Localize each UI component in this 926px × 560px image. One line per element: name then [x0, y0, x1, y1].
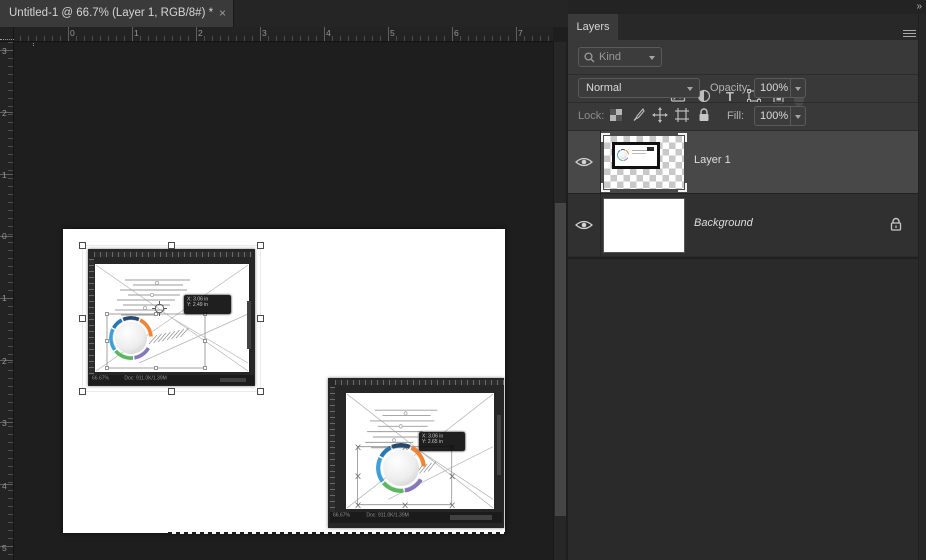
lock-position-icon[interactable]	[652, 107, 668, 125]
thumbnail-content	[612, 142, 660, 169]
panel-tab-strip: Layers	[568, 14, 926, 40]
chevron-down-icon	[795, 115, 801, 119]
fill-value: 100%	[760, 107, 788, 125]
selection-marching-ants	[168, 532, 505, 534]
lock-artboard-icon[interactable]	[674, 107, 690, 125]
mini-status-bar: 66.67% Doc: 911.0K/1.39M	[330, 512, 502, 523]
document-tab-title: Untitled-1 @ 66.7% (Layer 1, RGB/8#) *	[9, 7, 213, 19]
filter-kind-dropdown[interactable]: Kind	[578, 47, 662, 67]
transform-handle[interactable]	[257, 388, 264, 395]
ruler-label: 3	[2, 418, 7, 428]
layer-name: Layer 1	[694, 154, 731, 166]
eye-icon[interactable]	[575, 219, 593, 231]
chevron-down-icon	[795, 87, 801, 91]
layer-row-layer1[interactable]: Layer 1	[568, 131, 918, 193]
mini-zoom-level: 66.67%	[333, 513, 350, 519]
ruler-label: 2	[2, 108, 7, 118]
collapse-panels-icon[interactable]: »	[916, 1, 922, 13]
scrollbar-thumb[interactable]	[555, 203, 566, 516]
chevron-down-icon	[649, 56, 655, 60]
mini-doc-size: Doc: 911.0K/1.39M	[366, 513, 408, 519]
lock-transparency-icon[interactable]	[608, 107, 624, 125]
tooltip-y: Y: 2.65 in	[422, 439, 462, 445]
transform-handle[interactable]	[257, 242, 264, 249]
layer-name: Background	[694, 217, 753, 229]
kind-label: Kind	[599, 48, 621, 66]
photoshop-window: Untitled-1 @ 66.7% (Layer 1, RGB/8#) * ×…	[0, 0, 926, 560]
layer-row-background[interactable]: Background	[568, 194, 918, 256]
ruler-label: 3	[262, 28, 267, 38]
infographic-donut	[376, 443, 426, 493]
transform-handle[interactable]	[79, 388, 86, 395]
transform-coordinates-tooltip: X: 3.06 in Y: 2.65 in	[419, 432, 465, 451]
blend-mode-value: Normal	[586, 79, 621, 97]
opacity-field[interactable]: 100%	[754, 78, 806, 98]
layers-panel-controls: Kind T	[568, 40, 926, 130]
free-transform-bbox[interactable]	[82, 245, 261, 392]
transform-handle[interactable]	[257, 315, 264, 322]
transform-handle[interactable]	[79, 242, 86, 249]
ruler-label: 5	[2, 543, 7, 553]
layers-list: Layer 1 Background	[568, 130, 918, 258]
ruler-label: 3	[2, 46, 7, 56]
ruler-label: 0	[70, 28, 75, 38]
eye-icon[interactable]	[575, 156, 593, 168]
ruler-label: 1	[2, 170, 7, 180]
mini-scrollbar	[450, 515, 492, 520]
fill-field[interactable]: 100%	[754, 106, 806, 126]
lock-label: Lock:	[578, 110, 604, 122]
layers-panel-empty-area	[568, 258, 918, 560]
fill-label: Fill:	[727, 110, 744, 122]
lock-pixels-brush-icon[interactable]	[630, 107, 646, 125]
ruler-label: 4	[2, 481, 7, 491]
blend-mode-dropdown[interactable]: Normal	[578, 78, 700, 98]
mini-ruler	[335, 380, 504, 385]
vertical-ruler[interactable]: 3 2 1 0 1 2 3 4 5	[0, 42, 14, 560]
mini-ruler	[330, 387, 335, 515]
layer-thumbnail[interactable]	[604, 136, 684, 189]
ruler-label: 4	[326, 28, 331, 38]
ruler-label: 7	[518, 28, 523, 38]
ruler-label: 5	[390, 28, 395, 38]
lock-icon[interactable]	[890, 217, 902, 231]
document-tab-bar: Untitled-1 @ 66.7% (Layer 1, RGB/8#) * ×	[0, 0, 568, 27]
search-icon	[584, 52, 595, 63]
transform-handle[interactable]	[79, 315, 86, 322]
ruler-label: 1	[2, 293, 7, 303]
panel-dock-header: »	[568, 0, 926, 14]
layers-panel: » Layers Kind	[568, 0, 926, 560]
close-icon[interactable]: ×	[219, 0, 226, 27]
pasted-screenshot-2[interactable]: X: 3.06 in Y: 2.65 in 66.67% Doc: 911.0K…	[328, 378, 504, 528]
ruler-label: 0	[2, 231, 7, 241]
ruler-label: 6	[454, 28, 459, 38]
ruler-label: 2	[2, 356, 7, 366]
layer-thumbnail[interactable]	[604, 199, 684, 252]
mini-scrollbar	[497, 415, 501, 475]
transform-handle[interactable]	[168, 388, 175, 395]
opacity-label: Opacity:	[710, 82, 750, 94]
document-tab[interactable]: Untitled-1 @ 66.7% (Layer 1, RGB/8#) * ×	[0, 0, 234, 27]
panel-dock-gutter	[918, 14, 926, 560]
horizontal-ruler[interactable]: 0 1 2 3 4 5 6 7	[14, 27, 553, 42]
ruler-label: 2	[198, 28, 203, 38]
tab-layers[interactable]: Layers	[568, 14, 618, 40]
transform-handle[interactable]	[168, 242, 175, 249]
opacity-value: 100%	[760, 79, 788, 97]
chevron-down-icon	[687, 87, 693, 91]
panel-menu-icon[interactable]	[903, 30, 916, 39]
lock-all-icon[interactable]	[696, 107, 712, 125]
ruler-label: 1	[134, 28, 139, 38]
canvas-scrollbar[interactable]	[553, 42, 566, 560]
